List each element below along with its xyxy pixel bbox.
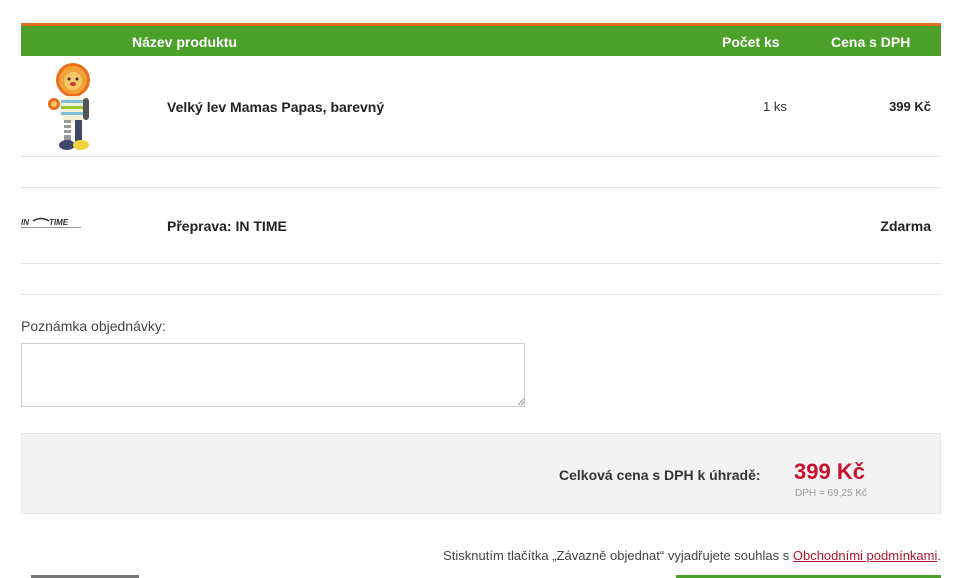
shipping-price: Zdarma bbox=[880, 218, 931, 234]
header-product-name: Název produktu bbox=[132, 34, 238, 50]
product-quantity: 1 ks bbox=[763, 99, 787, 114]
total-vat: DPH = 69,25 Kč bbox=[795, 488, 867, 499]
order-note-textarea[interactable] bbox=[21, 343, 525, 407]
product-name[interactable]: Velký lev Mamas Papas, barevný bbox=[167, 99, 384, 115]
order-note-label: Poznámka objednávky: bbox=[21, 318, 166, 334]
product-price: 399 Kč bbox=[889, 99, 931, 114]
lion-plush-toy-image[interactable] bbox=[39, 60, 103, 154]
header-price: Cena s DPH bbox=[831, 34, 911, 50]
total-price: 399 Kč bbox=[794, 459, 865, 484]
total-label: Celková cena s DPH k úhradě: bbox=[559, 467, 761, 483]
table-row: Velký lev Mamas Papas, barevný 1 ks 399 … bbox=[21, 56, 941, 157]
order-total-box: Celková cena s DPH k úhradě: 399 Kč DPH … bbox=[21, 433, 941, 514]
table-header: Název produktu Počet ks Cena s DPH bbox=[21, 26, 941, 56]
terms-link[interactable]: Obchodními podmínkami bbox=[793, 548, 938, 563]
terms-text: Stisknutím tlačítka „Závazně objednat“ v… bbox=[443, 548, 790, 563]
cart-summary: Název produktu Počet ks Cena s DPH Velký… bbox=[21, 23, 941, 295]
svg-text:IN: IN bbox=[21, 218, 29, 227]
row-spacer bbox=[21, 157, 941, 188]
svg-text:TIME: TIME bbox=[49, 218, 69, 227]
header-quantity: Počet ks bbox=[722, 34, 780, 50]
resize-grip-icon[interactable] bbox=[517, 398, 525, 406]
terms-notice: Stisknutím tlačítka „Závazně objednat“ v… bbox=[443, 548, 941, 563]
shipping-row: IN TIME Přeprava: IN TIME Zdarma bbox=[21, 188, 941, 264]
in-time-logo-icon: IN TIME bbox=[21, 217, 81, 228]
shipping-name: Přeprava: IN TIME bbox=[167, 218, 287, 234]
terms-period: . bbox=[937, 548, 941, 563]
row-spacer bbox=[21, 264, 941, 295]
